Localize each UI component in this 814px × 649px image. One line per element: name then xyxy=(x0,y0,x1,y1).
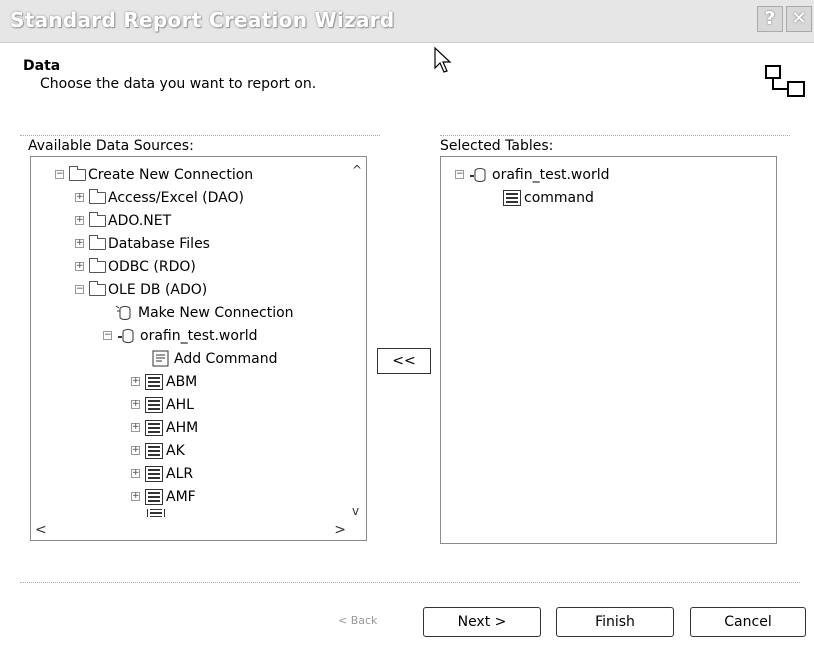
tree-item-label: AK xyxy=(166,442,185,459)
tree-item-label: command xyxy=(524,189,594,206)
tree-item-label: ODBC (RDO) xyxy=(108,258,196,275)
expand-icon[interactable]: + xyxy=(75,216,84,225)
table-icon xyxy=(147,509,165,517)
expand-icon[interactable]: + xyxy=(75,239,84,248)
folder-icon xyxy=(89,234,106,250)
selected-tables-label: Selected Tables: xyxy=(440,138,554,154)
table-icon xyxy=(145,465,163,482)
database-connection-icon xyxy=(470,167,486,182)
add-command-icon xyxy=(152,350,169,366)
table-icon xyxy=(145,419,163,436)
page-subtitle: Choose the data you want to report on. xyxy=(40,76,317,92)
expand-icon[interactable]: + xyxy=(131,469,140,478)
collapse-icon[interactable]: − xyxy=(455,170,464,179)
tree-item-access-excel[interactable]: + Access/Excel (DAO) xyxy=(75,186,244,209)
tree-item-make-new-connection[interactable]: Make New Connection xyxy=(115,301,294,324)
table-icon xyxy=(145,442,163,459)
tree-item-amf[interactable]: + AMF xyxy=(131,485,196,508)
tree-item-label: orafin_test.world xyxy=(140,327,258,344)
scroll-right-arrow-icon[interactable]: > xyxy=(334,522,346,538)
tree-item-label: Add Command xyxy=(174,350,278,367)
tree-item-label: OLE DB (ADO) xyxy=(108,281,208,298)
tree-item-label: AHM xyxy=(166,419,199,436)
expand-icon[interactable]: + xyxy=(75,193,84,202)
window-title: Standard Report Creation Wizard xyxy=(10,8,395,32)
next-button[interactable]: Next > xyxy=(423,607,541,637)
collapse-icon[interactable]: − xyxy=(103,331,112,340)
tree-item-label: AHL xyxy=(166,396,194,413)
selected-item-orafin-test-world[interactable]: − orafin_test.world xyxy=(455,163,609,186)
expand-icon[interactable]: + xyxy=(131,377,140,386)
folder-icon xyxy=(69,165,86,181)
tree-item-ole-db[interactable]: − OLE DB (ADO) xyxy=(75,278,207,301)
folder-icon xyxy=(89,280,106,296)
expand-icon[interactable]: + xyxy=(131,446,140,455)
tree-item-label: Make New Connection xyxy=(138,304,294,321)
folder-icon xyxy=(89,211,106,227)
tree-item-label: ALR xyxy=(166,465,194,482)
separator-right xyxy=(440,135,790,136)
database-connection-icon xyxy=(118,328,134,343)
collapse-icon[interactable]: − xyxy=(55,170,64,179)
expand-icon[interactable]: + xyxy=(131,400,140,409)
back-button[interactable]: < Back xyxy=(338,614,377,627)
help-button[interactable]: ? xyxy=(757,6,783,32)
table-icon xyxy=(145,373,163,390)
table-icon xyxy=(145,488,163,505)
tree-item-label: orafin_test.world xyxy=(492,166,610,183)
tree-item-label: ADO.NET xyxy=(108,212,172,229)
tree-item-partial xyxy=(147,509,168,517)
horizontal-scrollbar[interactable]: < > xyxy=(31,522,366,540)
scroll-down-arrow-icon[interactable]: v xyxy=(352,504,359,518)
tree-item-orafin-test-world[interactable]: − orafin_test.world xyxy=(103,324,257,347)
available-sources-tree[interactable]: − Create New Connection + Access/Excel (… xyxy=(30,156,367,541)
tree-item-abm[interactable]: + ABM xyxy=(131,370,197,393)
tree-item-ado-net[interactable]: + ADO.NET xyxy=(75,209,171,232)
table-icon xyxy=(145,396,163,413)
separator-left xyxy=(20,135,380,136)
vertical-scrollbar[interactable]: ^ v xyxy=(348,157,366,522)
collapse-icon[interactable]: − xyxy=(75,285,84,294)
scroll-left-arrow-icon[interactable]: < xyxy=(35,522,47,538)
available-sources-label: Available Data Sources: xyxy=(28,138,194,154)
tree-item-ak[interactable]: + AK xyxy=(131,439,185,462)
tree-item-database-files[interactable]: + Database Files xyxy=(75,232,210,255)
table-icon xyxy=(503,189,521,206)
wizard-data-icon xyxy=(765,65,805,97)
close-button[interactable]: ✕ xyxy=(786,6,812,32)
mouse-cursor-icon xyxy=(434,46,452,73)
tree-item-alr[interactable]: + ALR xyxy=(131,462,193,485)
bottom-separator xyxy=(20,582,800,583)
new-connection-icon xyxy=(115,305,131,320)
folder-icon xyxy=(89,188,106,204)
tree-item-label: Database Files xyxy=(108,235,210,252)
finish-button[interactable]: Finish xyxy=(556,607,674,637)
folder-icon xyxy=(89,257,106,273)
scroll-up-arrow-icon[interactable]: ^ xyxy=(352,163,362,177)
tree-item-label: AMF xyxy=(166,488,196,505)
cancel-button[interactable]: Cancel xyxy=(690,607,806,637)
expand-icon[interactable]: + xyxy=(75,262,84,271)
page-title: Data xyxy=(23,58,61,74)
tree-item-odbc[interactable]: + ODBC (RDO) xyxy=(75,255,196,278)
tree-item-label: Access/Excel (DAO) xyxy=(108,189,244,206)
expand-icon[interactable]: + xyxy=(131,423,140,432)
tree-item-create-new-connection[interactable]: − Create New Connection xyxy=(55,163,253,186)
tree-item-label: ABM xyxy=(166,373,198,390)
expand-icon[interactable]: + xyxy=(131,492,140,501)
tree-item-add-command[interactable]: Add Command xyxy=(151,347,278,370)
selected-item-command[interactable]: command xyxy=(503,186,594,209)
remove-all-button[interactable]: << xyxy=(377,348,431,374)
title-bar: Standard Report Creation Wizard ? ✕ xyxy=(0,0,814,43)
tree-item-ahm[interactable]: + AHM xyxy=(131,416,198,439)
tree-item-ahl[interactable]: + AHL xyxy=(131,393,194,416)
selected-tables-tree[interactable]: − orafin_test.world command xyxy=(440,156,777,544)
tree-item-label: Create New Connection xyxy=(88,166,254,183)
